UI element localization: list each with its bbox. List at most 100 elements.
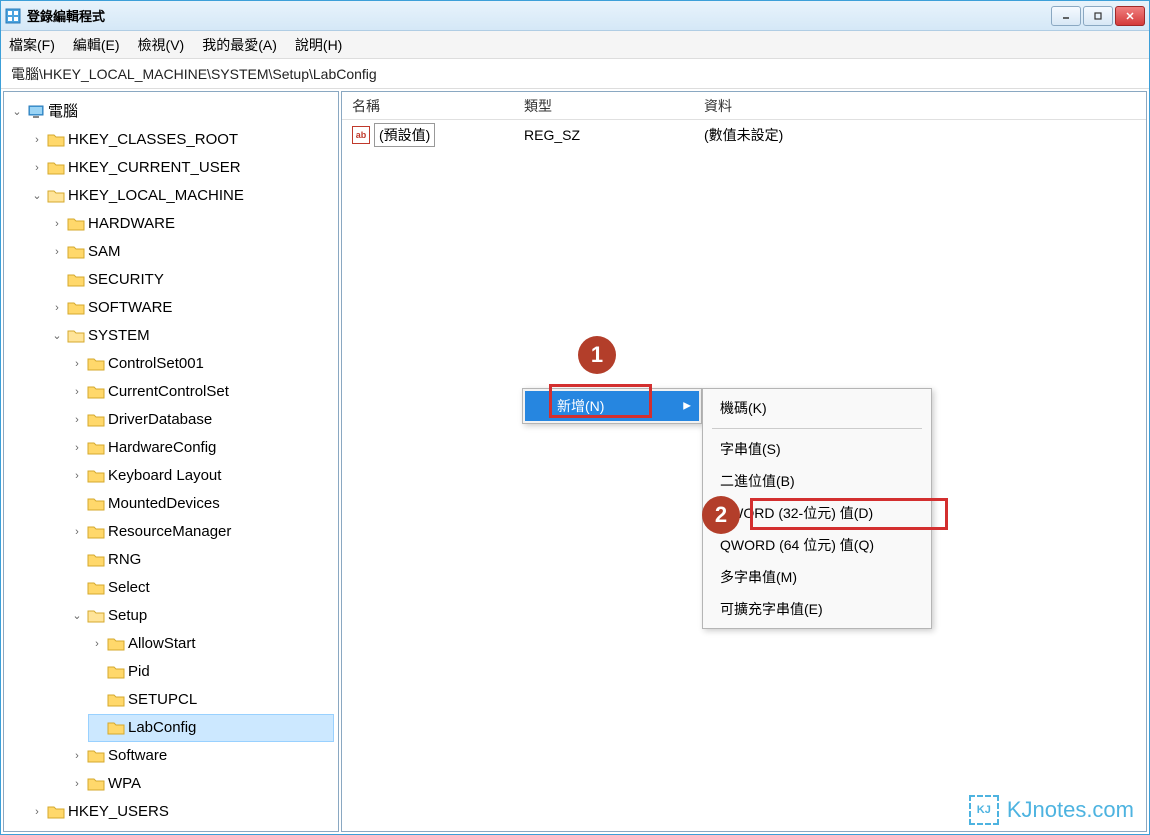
tree-node-mounteddevices[interactable]: ›MountedDevices bbox=[68, 490, 334, 518]
tree-node-keyboardlayout[interactable]: ›Keyboard Layout bbox=[68, 462, 334, 490]
maximize-button[interactable] bbox=[1083, 6, 1113, 26]
folder-icon bbox=[87, 580, 105, 596]
column-header-type[interactable]: 類型 bbox=[514, 96, 694, 116]
menu-edit[interactable]: 編輯(E) bbox=[73, 35, 120, 55]
chevron-right-icon[interactable]: › bbox=[70, 441, 84, 455]
value-data: (數值未設定) bbox=[694, 125, 1146, 145]
tree-node-security[interactable]: ›SECURITY bbox=[48, 266, 334, 294]
tree-node-system[interactable]: ⌄SYSTEM bbox=[48, 322, 334, 350]
menu-favorites[interactable]: 我的最愛(A) bbox=[202, 35, 277, 55]
menu-view[interactable]: 檢視(V) bbox=[138, 35, 185, 55]
chevron-right-icon[interactable]: › bbox=[50, 301, 64, 315]
tree-label: HardwareConfig bbox=[108, 435, 216, 461]
tree-node-software[interactable]: › SOFTWARE bbox=[48, 294, 334, 322]
tree-node-driverdatabase[interactable]: ›DriverDatabase bbox=[68, 406, 334, 434]
chevron-right-icon[interactable]: › bbox=[70, 385, 84, 399]
folder-icon bbox=[67, 244, 85, 260]
chevron-right-icon[interactable]: › bbox=[50, 245, 64, 259]
column-header-data[interactable]: 資料 bbox=[694, 96, 1146, 116]
tree-label: CurrentControlSet bbox=[108, 379, 229, 405]
tree-node-controlset001[interactable]: › ControlSet001 bbox=[68, 350, 334, 378]
chevron-right-icon[interactable]: › bbox=[70, 357, 84, 371]
context-menu-new[interactable]: 新增(N) ▶ bbox=[525, 391, 699, 421]
chevron-down-icon[interactable]: ⌄ bbox=[50, 329, 64, 343]
tree-label: SECURITY bbox=[88, 267, 164, 293]
address-bar[interactable]: 電腦\HKEY_LOCAL_MACHINE\SYSTEM\Setup\LabCo… bbox=[1, 59, 1149, 89]
value-type: REG_SZ bbox=[514, 127, 694, 143]
chevron-down-icon[interactable]: ⌄ bbox=[70, 609, 84, 623]
chevron-right-icon[interactable]: › bbox=[70, 413, 84, 427]
chevron-right-icon[interactable]: › bbox=[70, 749, 84, 763]
tree-node-hardware[interactable]: ›HARDWARE bbox=[48, 210, 334, 238]
tree-label: MountedDevices bbox=[108, 491, 220, 517]
list-header: 名稱 類型 資料 bbox=[342, 92, 1146, 120]
content-area: ⌄ 電腦 › HKEY_CLASSES_ROOT bbox=[1, 89, 1149, 834]
annotation-badge-2: 2 bbox=[702, 496, 740, 534]
tree-node-software2[interactable]: › Software bbox=[68, 742, 334, 770]
folder-icon bbox=[87, 412, 105, 428]
submenu-expandstring[interactable]: 可擴充字串值(E) bbox=[706, 593, 928, 625]
folder-icon bbox=[107, 664, 125, 680]
tree-node-sam[interactable]: › SAM bbox=[48, 238, 334, 266]
submenu-key[interactable]: 機碼(K) bbox=[706, 392, 928, 424]
chevron-right-icon[interactable]: › bbox=[70, 777, 84, 791]
tree-label: ControlSet001 bbox=[108, 351, 204, 377]
chevron-right-icon[interactable]: › bbox=[30, 805, 44, 819]
tree-node-labconfig[interactable]: ›LabConfig bbox=[88, 714, 334, 742]
tree-label: Software bbox=[108, 743, 167, 769]
chevron-right-icon[interactable]: › bbox=[90, 637, 104, 651]
values-pane[interactable]: 名稱 類型 資料 ab (預設值) REG_SZ (數值未設定) 新增(N) ▶ bbox=[341, 91, 1147, 832]
tree-label: HKEY_USERS bbox=[68, 799, 169, 825]
tree-node-currentcontrolset[interactable]: › CurrentControlSet bbox=[68, 378, 334, 406]
list-row[interactable]: ab (預設值) REG_SZ (數值未設定) bbox=[342, 120, 1146, 150]
tree-label: Select bbox=[108, 575, 150, 601]
tree-pane[interactable]: ⌄ 電腦 › HKEY_CLASSES_ROOT bbox=[3, 91, 339, 832]
folder-icon bbox=[87, 552, 105, 568]
app-icon bbox=[5, 8, 21, 24]
tree-node-hkcr[interactable]: › HKEY_CLASSES_ROOT bbox=[28, 126, 334, 154]
tree-node-resourcemanager[interactable]: ›ResourceManager bbox=[68, 518, 334, 546]
tree-label: Setup bbox=[108, 603, 147, 629]
chevron-right-icon[interactable]: › bbox=[50, 217, 64, 231]
tree-node-setup[interactable]: ⌄ Setup bbox=[68, 602, 334, 630]
context-menu: 新增(N) ▶ bbox=[522, 388, 702, 424]
tree-node-allowstart[interactable]: › AllowStart bbox=[88, 630, 334, 658]
submenu-multistring[interactable]: 多字串值(M) bbox=[706, 561, 928, 593]
tree-node-select[interactable]: ›Select bbox=[68, 574, 334, 602]
folder-icon bbox=[47, 160, 65, 176]
tree-node-setupcl[interactable]: ›SETUPCL bbox=[88, 686, 334, 714]
chevron-down-icon[interactable]: ⌄ bbox=[10, 105, 24, 119]
chevron-right-icon[interactable]: › bbox=[30, 161, 44, 175]
submenu-qword[interactable]: QWORD (64 位元) 值(Q) bbox=[706, 529, 928, 561]
tree-node-hkcc[interactable]: ›HKEY_CURRENT_CONFIG bbox=[28, 826, 334, 832]
chevron-down-icon[interactable]: ⌄ bbox=[30, 189, 44, 203]
window-controls bbox=[1051, 6, 1145, 26]
tree-node-hkcu[interactable]: › HKEY_CURRENT_USER bbox=[28, 154, 334, 182]
folder-icon bbox=[87, 384, 105, 400]
tree-node-hardwareconfig[interactable]: › HardwareConfig bbox=[68, 434, 334, 462]
chevron-right-icon[interactable]: › bbox=[70, 525, 84, 539]
folder-icon bbox=[67, 272, 85, 288]
submenu-binary[interactable]: 二進位值(B) bbox=[706, 465, 928, 497]
tree-label: SAM bbox=[88, 239, 121, 265]
chevron-right-icon[interactable]: › bbox=[70, 469, 84, 483]
tree-node-hklm[interactable]: ⌄ HKEY_LOCAL_MACHINE bbox=[28, 182, 334, 210]
tree-node-computer[interactable]: ⌄ 電腦 bbox=[8, 98, 334, 126]
menu-help[interactable]: 說明(H) bbox=[295, 35, 342, 55]
submenu-string[interactable]: 字串值(S) bbox=[706, 433, 928, 465]
tree-label: AllowStart bbox=[128, 631, 196, 657]
tree-label: SOFTWARE bbox=[88, 295, 172, 321]
folder-open-icon bbox=[47, 188, 65, 204]
titlebar[interactable]: 登錄編輯程式 bbox=[1, 1, 1149, 31]
close-button[interactable] bbox=[1115, 6, 1145, 26]
folder-icon bbox=[67, 216, 85, 232]
tree-node-pid[interactable]: ›Pid bbox=[88, 658, 334, 686]
column-header-name[interactable]: 名稱 bbox=[342, 96, 514, 116]
tree-node-wpa[interactable]: ›WPA bbox=[68, 770, 334, 798]
menu-file[interactable]: 檔案(F) bbox=[9, 35, 55, 55]
registry-editor-window: 登錄編輯程式 檔案(F) 編輯(E) 檢視(V) 我的最愛(A) 說明(H) 電… bbox=[0, 0, 1150, 835]
minimize-button[interactable] bbox=[1051, 6, 1081, 26]
tree-node-rng[interactable]: ›RNG bbox=[68, 546, 334, 574]
tree-node-hku[interactable]: › HKEY_USERS bbox=[28, 798, 334, 826]
chevron-right-icon[interactable]: › bbox=[30, 133, 44, 147]
